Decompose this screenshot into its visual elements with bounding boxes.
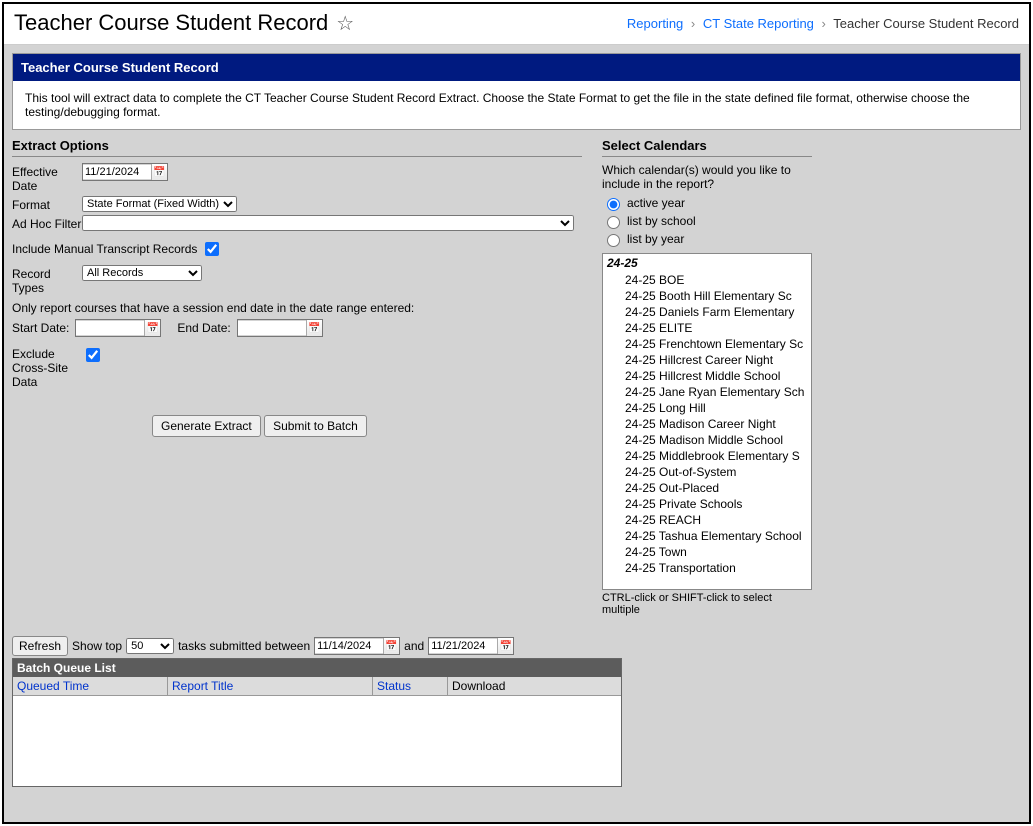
format-select[interactable]: State Format (Fixed Width) [82,196,237,212]
calendar-year-header[interactable]: 24-25 [603,254,811,272]
calendar-item[interactable]: 24-25 Hillcrest Career Night [603,352,811,368]
calendar-icon[interactable]: 📅 [497,638,513,654]
effective-date-input-wrap: 📅 [82,163,168,181]
refresh-button[interactable]: Refresh [12,636,68,656]
submit-to-batch-button[interactable]: Submit to Batch [264,415,367,437]
panel-description: This tool will extract data to complete … [13,81,1020,129]
calendar-item[interactable]: 24-25 Hillcrest Middle School [603,368,811,384]
calendar-item[interactable]: 24-25 Madison Middle School [603,432,811,448]
extract-options-title: Extract Options [12,138,582,157]
breadcrumb-ct-state[interactable]: CT State Reporting [703,16,814,31]
calendar-item[interactable]: 24-25 Private Schools [603,496,811,512]
breadcrumb: Reporting › CT State Reporting › Teacher… [627,16,1019,31]
calendar-icon[interactable]: 📅 [306,320,322,336]
calendar-item[interactable]: 24-25 Madison Career Night [603,416,811,432]
calendar-item[interactable]: 24-25 Out-of-System [603,464,811,480]
calendar-item[interactable]: 24-25 REACH [603,512,811,528]
breadcrumb-reporting[interactable]: Reporting [627,16,683,31]
col-queued-time[interactable]: Queued Time [13,677,168,695]
show-top-label: Show top [72,639,122,653]
adhoc-label: Ad Hoc Filter [12,215,82,231]
radio-active-year[interactable] [607,198,620,211]
col-report-title[interactable]: Report Title [168,677,373,695]
batch-queue-title: Batch Queue List [13,659,621,677]
calendar-item[interactable]: 24-25 ELITE [603,320,811,336]
calendar-item[interactable]: 24-25 Daniels Farm Elementary [603,304,811,320]
and-label: and [404,639,424,653]
calendar-item[interactable]: 24-25 Jane Ryan Elementary Sch [603,384,811,400]
radio-list-by-year[interactable] [607,234,620,247]
page-title-text: Teacher Course Student Record [14,10,328,36]
batch-date1-input[interactable] [315,639,383,653]
batch-queue-body [13,696,621,786]
calendar-item[interactable]: 24-25 BOE [603,272,811,288]
exclude-cross-site-checkbox[interactable] [86,348,100,362]
record-types-label: Record Types [12,265,82,295]
end-date-wrap: 📅 [237,319,323,337]
batch-date2-input[interactable] [429,639,497,653]
page-title: Teacher Course Student Record ☆ [14,10,354,36]
end-date-label: End Date: [177,321,230,335]
chevron-right-icon: › [691,16,695,31]
calendar-icon[interactable]: 📅 [383,638,399,654]
record-types-select[interactable]: All Records [82,265,202,281]
calendar-item[interactable]: 24-25 Out-Placed [603,480,811,496]
radio-list-by-school[interactable] [607,216,620,229]
batch-date2-wrap: 📅 [428,637,514,655]
calendar-item[interactable]: 24-25 Frenchtown Elementary Sc [603,336,811,352]
calendar-item[interactable]: 24-25 Long Hill [603,400,811,416]
adhoc-filter-select[interactable] [82,215,574,231]
start-date-wrap: 📅 [75,319,161,337]
calendar-prompt: Which calendar(s) would you like to incl… [602,163,812,191]
start-date-input[interactable] [76,321,144,335]
col-download: Download [448,677,621,695]
calendar-icon[interactable]: 📅 [144,320,160,336]
effective-date-input[interactable] [83,165,151,179]
col-status[interactable]: Status [373,677,448,695]
format-label: Format [12,196,82,212]
breadcrumb-current: Teacher Course Student Record [833,16,1019,31]
date-range-note: Only report courses that have a session … [12,301,582,315]
calendar-item[interactable]: 24-25 Transportation [603,560,811,576]
batch-date1-wrap: 📅 [314,637,400,655]
tasks-between-label: tasks submitted between [178,639,310,653]
generate-extract-button[interactable]: Generate Extract [152,415,261,437]
panel-title: Teacher Course Student Record [13,54,1020,81]
ctrl-click-note: CTRL-click or SHIFT-click to select mult… [602,592,812,616]
calendar-icon[interactable]: 📅 [151,164,167,180]
effective-date-label: Effective Date [12,163,82,193]
calendar-item[interactable]: 24-25 Town [603,544,811,560]
calendar-item[interactable]: 24-25 Tashua Elementary School [603,528,811,544]
exclude-cross-site-label: Exclude Cross-Site Data [12,345,82,389]
calendar-item[interactable]: 24-25 Booth Hill Elementary Sc [603,288,811,304]
radio-list-by-school-label: list by school [627,214,696,228]
end-date-input[interactable] [238,321,306,335]
include-manual-checkbox[interactable] [205,242,219,256]
favorite-star-icon[interactable]: ☆ [336,11,354,36]
show-top-select[interactable]: 50 [126,638,174,654]
calendar-item[interactable]: 24-25 Middlebrook Elementary S [603,448,811,464]
start-date-label: Start Date: [12,321,69,335]
radio-list-by-year-label: list by year [627,232,684,246]
calendar-list[interactable]: 24-25 24-25 BOE24-25 Booth Hill Elementa… [602,253,812,590]
include-manual-label: Include Manual Transcript Records [12,242,197,256]
radio-active-year-label: active year [627,196,685,210]
chevron-right-icon: › [822,16,826,31]
select-calendars-title: Select Calendars [602,138,812,157]
